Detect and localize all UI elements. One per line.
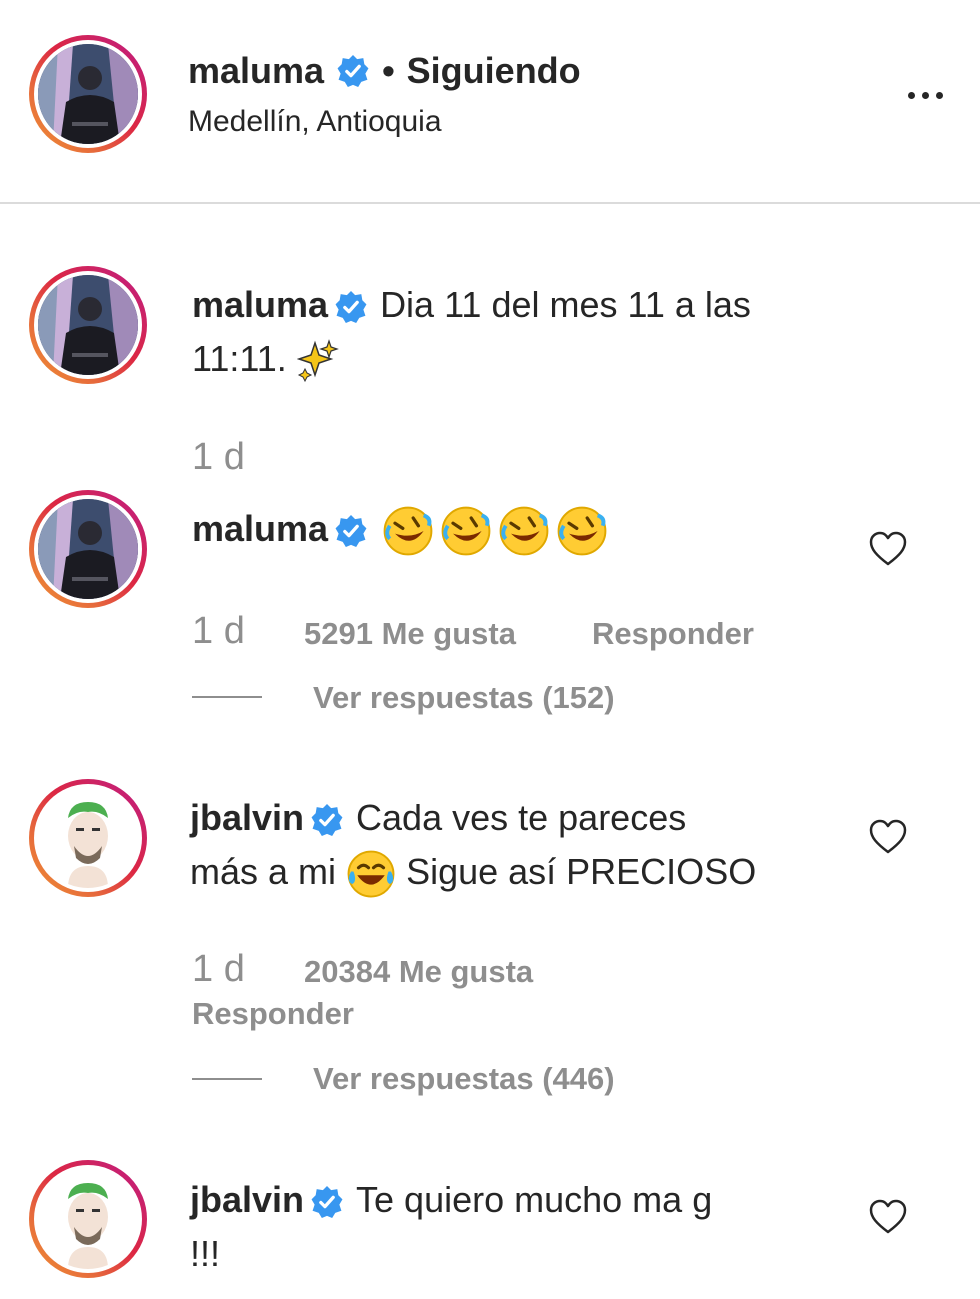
comment-username[interactable]: jbalvin: [190, 1179, 304, 1220]
header-avatar[interactable]: [29, 35, 147, 153]
caption-avatar[interactable]: [29, 266, 147, 384]
more-options-button[interactable]: [908, 92, 943, 99]
tears-of-joy-icon: [346, 850, 396, 899]
following-button[interactable]: Siguiendo: [407, 50, 581, 92]
caption-text: maluma Dia 11 del mes 11 a las 11:11.: [192, 278, 892, 386]
comment-username[interactable]: jbalvin: [190, 797, 304, 838]
comment-text: jbalvin Cada ves te pareces más a mi Sigu…: [190, 791, 850, 899]
header-location[interactable]: Medellín, Antioquia: [188, 105, 442, 139]
comment-time[interactable]: 1 d: [192, 610, 245, 653]
verified-badge-icon: [310, 1185, 345, 1220]
like-heart-icon[interactable]: [868, 1198, 908, 1235]
header-username[interactable]: maluma: [188, 50, 324, 92]
header-separator: •: [382, 50, 395, 91]
rolling-on-floor-laughing-icon: [556, 506, 608, 557]
comment-time[interactable]: 1 d: [192, 948, 245, 991]
header-divider: [0, 202, 980, 204]
more-dot-icon: [936, 92, 943, 99]
reply-button[interactable]: Responder: [592, 616, 754, 652]
comment-text: jbalvin Te quiero mucho ma g !!!: [190, 1173, 850, 1281]
verified-badge-icon: [334, 290, 369, 325]
comment-likes[interactable]: 20384 Me gusta: [304, 954, 533, 990]
caption-time[interactable]: 1 d: [192, 436, 245, 479]
reply-button[interactable]: Responder: [192, 996, 354, 1032]
more-dot-icon: [908, 92, 915, 99]
more-dot-icon: [922, 92, 929, 99]
comment-username[interactable]: maluma: [192, 508, 328, 549]
comment-text: maluma: [192, 502, 832, 557]
verified-badge-icon: [310, 803, 345, 838]
comment-line2b: Sigue así PRECIOSO: [406, 851, 757, 892]
caption-line2: 11:11.: [192, 338, 287, 379]
view-replies-button[interactable]: Ver respuestas (152): [313, 680, 615, 716]
rolling-on-floor-laughing-icon: [498, 506, 550, 557]
comment-line2: !!!: [190, 1233, 221, 1274]
verified-badge-icon: [336, 54, 371, 88]
header-name-row: maluma • Siguiendo: [188, 50, 581, 92]
verified-badge-icon: [334, 514, 369, 549]
comment-line1: Cada ves te pareces: [356, 797, 687, 838]
comment-line2a: más a mi: [190, 851, 337, 892]
comment-avatar[interactable]: [29, 1160, 147, 1278]
replies-line: [192, 1078, 262, 1080]
view-replies-button[interactable]: Ver respuestas (446): [313, 1061, 615, 1097]
comment-avatar[interactable]: [29, 490, 147, 608]
comment-line1: Te quiero mucho ma g: [356, 1179, 713, 1220]
like-heart-icon[interactable]: [868, 530, 908, 567]
rolling-on-floor-laughing-icon: [440, 506, 492, 557]
caption-line1: Dia 11 del mes 11 a las: [380, 284, 751, 325]
sparkles-icon: [298, 340, 338, 383]
like-heart-icon[interactable]: [868, 818, 908, 855]
replies-line: [192, 696, 262, 698]
caption-username[interactable]: maluma: [192, 284, 328, 325]
comment-avatar[interactable]: [29, 779, 147, 897]
comment-likes[interactable]: 5291 Me gusta: [304, 616, 516, 652]
rolling-on-floor-laughing-icon: [382, 506, 434, 557]
